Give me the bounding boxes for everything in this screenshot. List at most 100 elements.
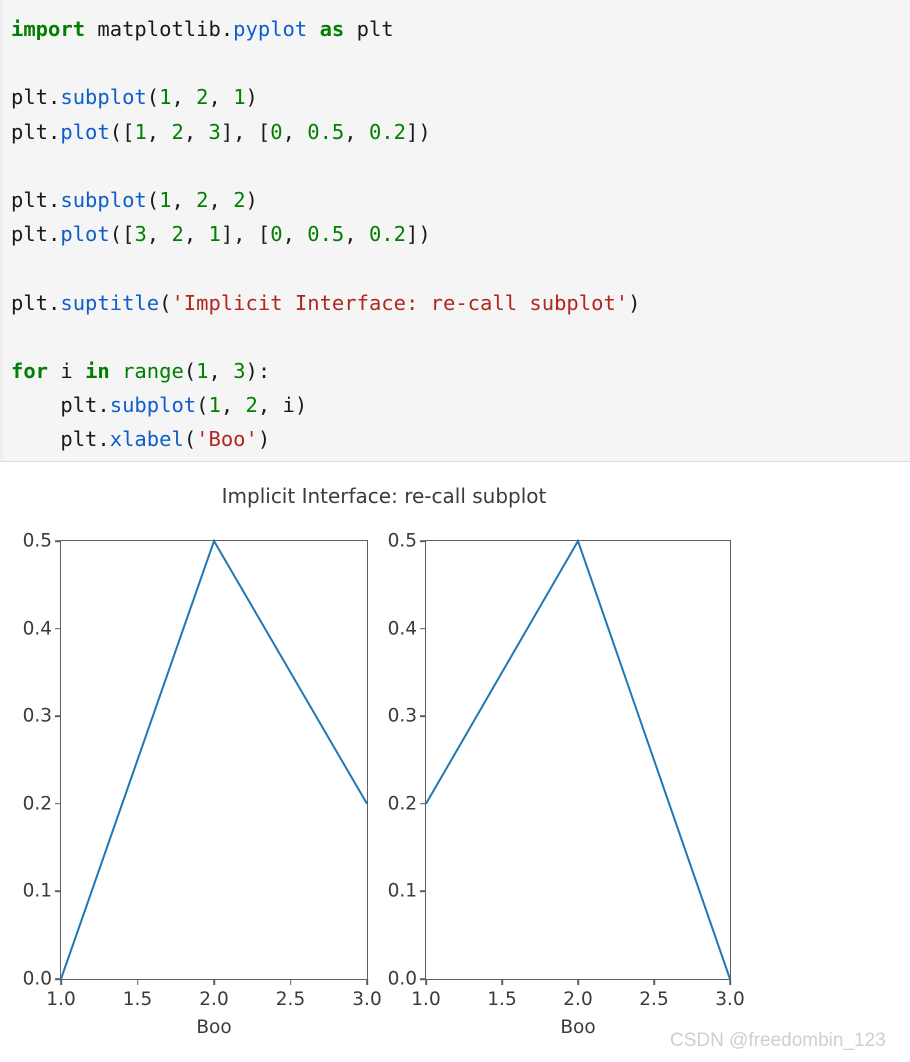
x-tick-mark <box>213 979 215 985</box>
code-token: 0.2 <box>368 222 406 247</box>
code-token: ) <box>257 427 271 452</box>
code-block: import matplotlib.pyplot as plt plt.subp… <box>0 0 910 462</box>
code-token: 2 <box>233 187 246 212</box>
x-tick-label: 1.0 <box>46 989 76 1010</box>
code-token: 0.5 <box>307 119 345 144</box>
x-tick-mark <box>577 979 579 985</box>
code-token: ]) <box>406 222 431 247</box>
code-token: plt. <box>11 427 110 452</box>
code-token: 1 <box>134 119 147 144</box>
code-listing[interactable]: import matplotlib.pyplot as plt plt.subp… <box>3 0 910 456</box>
x-tick-label: 1.5 <box>122 989 153 1010</box>
code-token: , <box>208 187 234 212</box>
code-token: , <box>344 119 369 144</box>
y-tick-mark <box>420 890 426 893</box>
y-tick-label: 0.5 <box>387 530 417 552</box>
code-line: import matplotlib.pyplot as plt <box>11 12 910 46</box>
y-tick-mark <box>55 803 61 805</box>
code-line: plt.subplot(1, 2, 1) <box>11 80 910 114</box>
code-token: 1 <box>233 85 246 110</box>
code-line: plt.suptitle('Implicit Interface: re-cal… <box>11 286 910 320</box>
code-token: , <box>183 119 209 144</box>
y-tick-mark <box>55 627 61 630</box>
code-token: ]) <box>406 119 431 144</box>
code-token: ) <box>245 187 258 212</box>
code-token: 0.5 <box>307 222 345 247</box>
xlabel-1: Boo <box>196 1017 232 1038</box>
code-token: , <box>171 187 197 212</box>
code-line: plt.subplot(1, 2, i) <box>11 388 910 422</box>
csdn-watermark: CSDN @freedombin_123 <box>670 1030 886 1051</box>
x-tick-label: 1.5 <box>487 989 517 1010</box>
code-token: in <box>85 358 110 383</box>
code-line: plt.plot([3, 2, 1], [0, 0.5, 0.2]) <box>11 217 910 251</box>
x-tick-label: 2.0 <box>563 989 593 1010</box>
code-token: 1 <box>196 358 209 383</box>
code-token: as <box>319 17 345 41</box>
figure-suptitle: Implicit Interface: re-call subplot <box>221 484 547 508</box>
code-token: 2 <box>196 187 209 212</box>
code-token: , <box>282 222 308 247</box>
code-token: ( <box>196 393 209 418</box>
y-tick-label: 0.2 <box>387 793 417 815</box>
code-token: subplot <box>60 85 147 110</box>
code-token: 'Implicit Interface: re-call subplot' <box>171 290 629 315</box>
x-tick-mark <box>60 979 62 985</box>
code-token: , <box>208 358 234 383</box>
code-token: ) <box>245 85 258 110</box>
code-token: ( <box>183 358 197 383</box>
code-line: plt.xlabel('Boo') <box>11 422 910 456</box>
x-tick-label: 2.0 <box>199 989 229 1010</box>
code-token: 3 <box>233 358 246 383</box>
code-token: 0.2 <box>368 119 406 144</box>
y-tick-label: 0.0 <box>22 968 52 990</box>
code-token: plt <box>344 17 394 41</box>
x-tick-mark <box>729 979 731 985</box>
x-tick-mark <box>501 979 503 985</box>
code-token: plot <box>60 222 110 247</box>
code-token: ([ <box>109 222 135 247</box>
code-token: plot <box>60 119 110 144</box>
code-token: 3 <box>208 119 221 144</box>
x-tick-mark <box>289 979 292 985</box>
x-tick-mark <box>136 979 139 985</box>
code-token: matplotlib. <box>85 17 234 41</box>
code-token: ( <box>146 187 160 212</box>
y-tick-label: 0.3 <box>387 705 417 727</box>
subplot-axes-1: 0.0 0.1 0.2 0.3 0.4 0.5 1.0 1.5 2.0 2.5 3.0 Boo <box>23 531 382 1039</box>
code-token: plt. <box>11 393 110 418</box>
code-token: , <box>282 119 308 144</box>
x-tick-label: 2.5 <box>639 989 669 1010</box>
code-token: for <box>11 358 49 383</box>
code-token: 1 <box>159 85 172 110</box>
y-tick-label: 0.5 <box>22 530 52 552</box>
y-tick-mark <box>55 540 61 542</box>
code-token: , i) <box>257 393 308 418</box>
code-token: ], [ <box>220 222 271 247</box>
code-token: 0 <box>270 222 283 247</box>
code-line: plt.plot([1, 2, 3], [0, 0.5, 0.2]) <box>11 115 910 149</box>
code-token: range <box>122 358 184 383</box>
code-token: xlabel <box>109 427 184 452</box>
x-tick-label: 3.0 <box>715 989 745 1010</box>
code-token: plt. <box>11 187 61 212</box>
data-line <box>61 541 367 979</box>
matplotlib-figure: Implicit Interface: re-call subplot 0.0 0… <box>0 462 910 1062</box>
code-token: , <box>146 119 172 144</box>
code-token: 3 <box>134 222 147 247</box>
y-tick-label: 0.2 <box>22 793 52 815</box>
y-tick-label: 0.1 <box>387 880 417 902</box>
code-token: plt. <box>11 222 61 247</box>
code-token: ( <box>183 427 197 452</box>
y-tick-label: 0.4 <box>22 618 52 640</box>
code-token: subplot <box>109 393 197 418</box>
code-token: 2 <box>196 85 209 110</box>
x-tick-mark <box>425 979 427 985</box>
code-token: suptitle <box>60 290 160 315</box>
y-tick-label: 0.1 <box>22 880 52 902</box>
x-tick-mark <box>366 979 368 985</box>
code-token: subplot <box>60 187 147 212</box>
code-token: ], [ <box>220 119 271 144</box>
